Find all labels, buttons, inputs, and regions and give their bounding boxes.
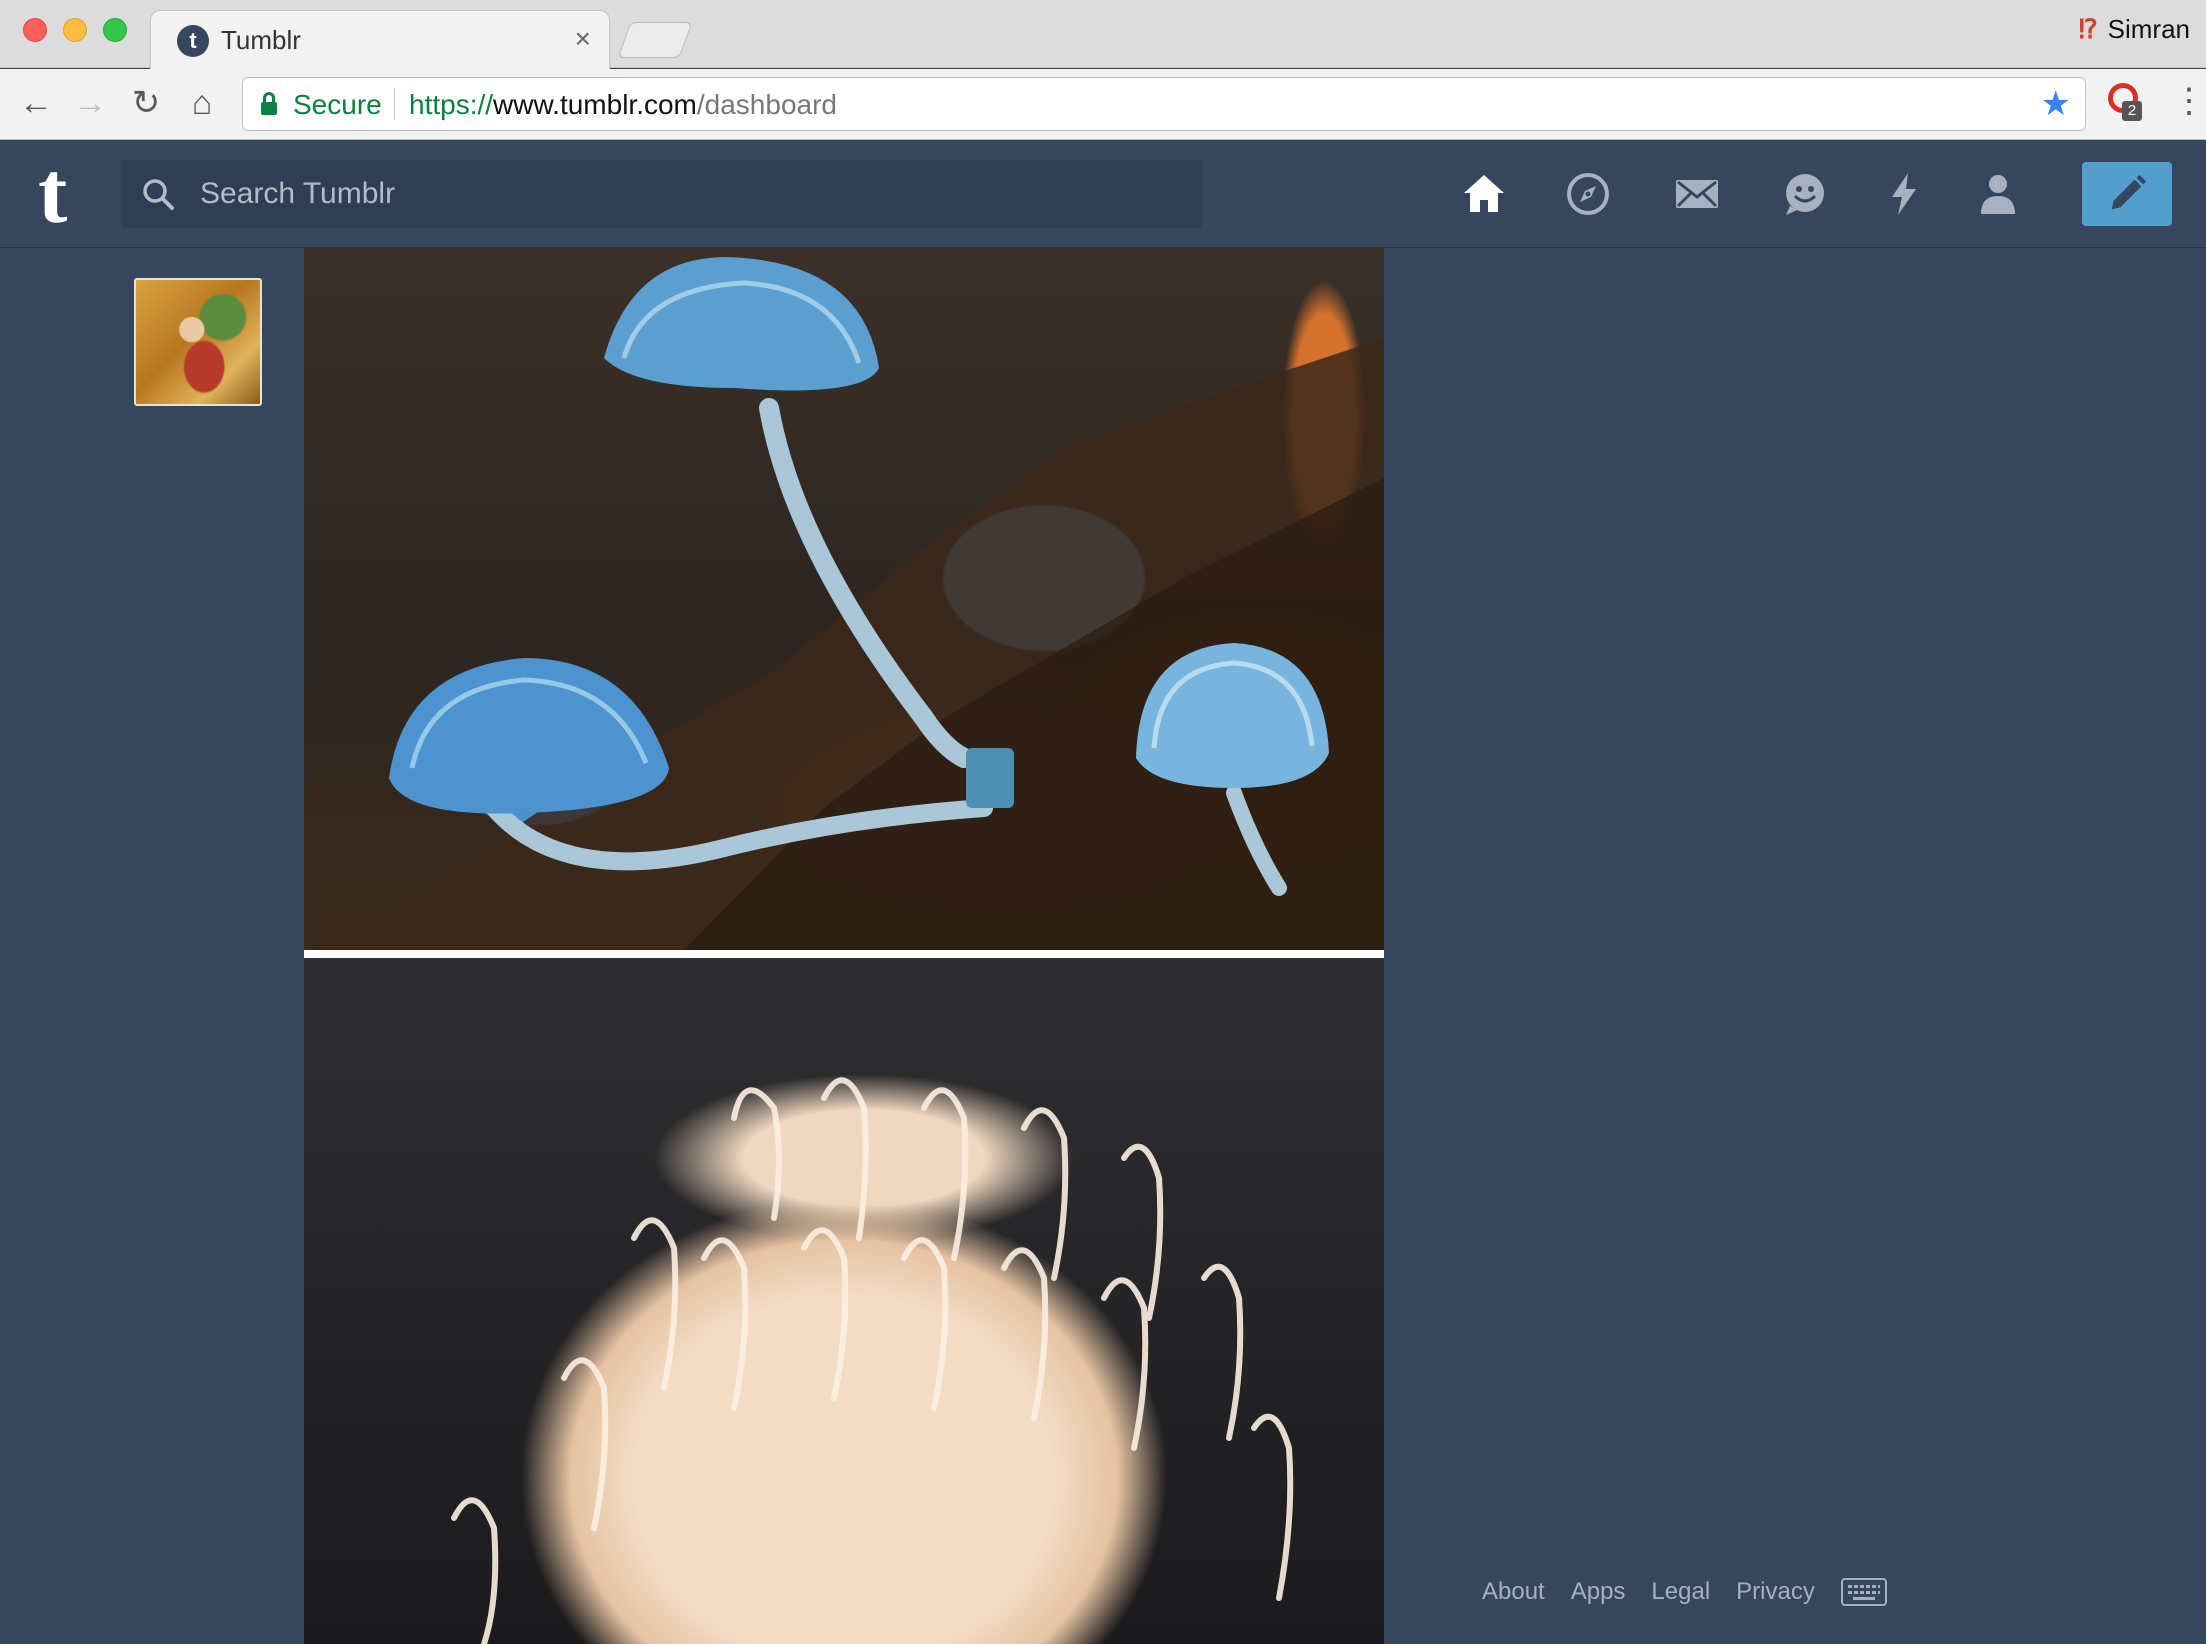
address-bar[interactable]: Secure https://www.tumblr.com/dashboard … [242, 77, 2086, 131]
extension-button[interactable]: 2 [2108, 83, 2142, 123]
extension-badge: 2 [2122, 101, 2142, 121]
footer-link-privacy[interactable]: Privacy [1736, 1578, 1815, 1606]
keyboard-shortcuts-icon[interactable] [1840, 1578, 1887, 1606]
new-tab-button[interactable] [617, 22, 693, 58]
messaging-icon[interactable] [1777, 166, 1833, 222]
activity-icon[interactable] [1876, 166, 1932, 222]
bookmark-star-icon[interactable]: ★ [2041, 84, 2071, 124]
footer-link-about[interactable]: About [1482, 1578, 1545, 1606]
tumblr-header: t [0, 140, 2206, 248]
tumblr-logo[interactable]: t [38, 150, 67, 238]
sync-error-icon: ⁉ [2078, 14, 2098, 44]
pencil-icon [2111, 174, 2147, 210]
footer-link-apps[interactable]: Apps [1571, 1578, 1626, 1606]
post-photo-coral-fungus[interactable] [304, 958, 1384, 1644]
browser-tab-strip: t Tumblr × ⁉ Simran [0, 0, 2206, 69]
url-text[interactable]: https://www.tumblr.com/dashboard [409, 89, 837, 121]
tumblr-favicon-icon: t [177, 25, 209, 57]
lock-icon [261, 92, 277, 116]
address-separator [394, 88, 395, 120]
search-bar[interactable] [122, 160, 1202, 228]
minimize-window-button[interactable] [63, 18, 87, 42]
coral-fungus-illustration [451, 1077, 1294, 1644]
profile-name: Simran [2107, 14, 2190, 44]
browser-tab-tumblr[interactable]: t Tumblr × [150, 10, 610, 69]
reload-button[interactable]: ↻ [124, 81, 168, 125]
secure-label: Secure [293, 89, 382, 120]
url-host: www.tumblr.com [493, 89, 697, 120]
url-path: /dashboard [696, 89, 837, 120]
search-input[interactable] [200, 160, 1180, 228]
explore-icon[interactable] [1560, 166, 1616, 222]
browser-toolbar: ← → ↻ ⌂ Secure https://www.tumblr.com/da… [0, 69, 2206, 140]
footer: About Apps Legal Privacy [1482, 1578, 1887, 1606]
search-icon [142, 178, 174, 210]
forward-button[interactable]: → [68, 81, 112, 125]
browser-menu-icon[interactable]: ⋮ [2172, 79, 2206, 123]
maximize-window-button[interactable] [103, 18, 127, 42]
tab-title: Tumblr [221, 25, 301, 55]
user-avatar[interactable] [134, 278, 262, 406]
inbox-icon[interactable] [1669, 166, 1725, 222]
back-button[interactable]: ← [14, 81, 58, 125]
account-icon[interactable] [1970, 166, 2026, 222]
home-icon[interactable] [1456, 166, 1512, 222]
close-window-button[interactable] [23, 18, 47, 42]
close-tab-icon[interactable]: × [575, 23, 591, 55]
url-scheme: https:// [409, 89, 494, 120]
post-photo-blue-mushrooms[interactable] [304, 248, 1384, 950]
blue-mushroom-illustration [304, 257, 1384, 950]
post-photo-divider [304, 950, 1384, 958]
profile-button[interactable]: ⁉ Simran [2079, 14, 2190, 45]
browser-home-button[interactable]: ⌂ [180, 81, 224, 125]
compose-button[interactable] [2082, 162, 2172, 226]
footer-link-legal[interactable]: Legal [1651, 1578, 1710, 1606]
